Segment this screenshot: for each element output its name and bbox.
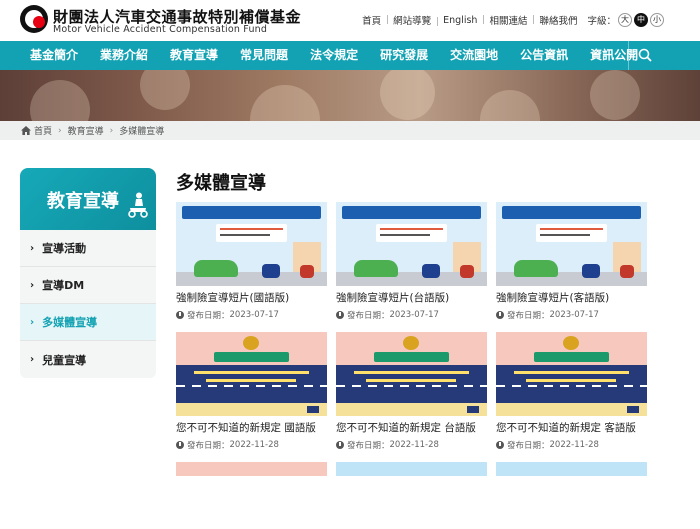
date-value: 2023-07-17	[389, 310, 439, 320]
card-date: 發布日期： 2022-11-28	[176, 439, 327, 451]
top-link-sitemap[interactable]: 網站導覽	[387, 13, 437, 27]
card-title[interactable]: 您不可不知道的新規定 台語版	[336, 420, 487, 435]
video-thumbnail[interactable]	[496, 332, 647, 416]
media-card[interactable]: 強制險宣導短片(台語版) 發布日期： 2023-07-17	[336, 202, 487, 321]
video-thumbnail[interactable]	[176, 332, 327, 416]
video-thumbnail[interactable]	[336, 202, 487, 286]
date-prefix: 發布日期：	[507, 441, 550, 451]
scooter-rider-icon	[128, 192, 148, 218]
sidebar-item-children[interactable]: › 兒童宣導	[20, 341, 156, 378]
media-card[interactable]: 您不可不知道的新規定 國語版 發布日期： 2022-11-28	[176, 332, 327, 451]
chevron-right-icon: ›	[30, 279, 35, 291]
nav-item-research[interactable]: 研究發展	[369, 41, 439, 70]
card-title[interactable]: 強制險宣導短片(台語版)	[336, 290, 487, 305]
date-value: 2022-11-28	[549, 440, 599, 450]
media-card[interactable]	[176, 462, 327, 476]
card-date: 發布日期： 2023-07-17	[176, 309, 327, 321]
media-card[interactable]: 強制險宣導短片(國語版) 發布日期： 2023-07-17	[176, 202, 327, 321]
media-card[interactable]: 強制險宣導短片(客語版) 發布日期： 2023-07-17	[496, 202, 647, 321]
nav-item-regulations[interactable]: 法令規定	[299, 41, 369, 70]
sidebar: 教育宣導 › 宣導活動 › 宣導DM › 多媒體宣導 › 兒童宣導	[20, 168, 156, 378]
video-thumbnail[interactable]	[336, 462, 487, 476]
font-size-small-button[interactable]: 小	[650, 13, 664, 27]
chevron-right-icon: ›	[30, 354, 35, 365]
media-card[interactable]	[336, 462, 487, 476]
sidebar-item-label: 多媒體宣導	[42, 316, 98, 329]
sidebar-item-activities[interactable]: › 宣導活動	[20, 230, 156, 267]
date-prefix: 發布日期：	[347, 441, 390, 451]
card-date: 發布日期： 2022-11-28	[496, 439, 647, 451]
clock-icon	[176, 311, 184, 319]
card-date: 發布日期： 2023-07-17	[496, 309, 647, 321]
search-button[interactable]	[628, 41, 660, 70]
sidebar-item-dm[interactable]: › 宣導DM	[20, 267, 156, 304]
date-value: 2022-11-28	[389, 440, 439, 450]
sidebar-item-label: 宣導活動	[42, 242, 87, 255]
site-header: 財團法人汽車交通事故特別補償基金 Motor Vehicle Accident …	[0, 0, 700, 41]
brand-name-en[interactable]: Motor Vehicle Accident Compensation Fund	[53, 24, 267, 35]
date-prefix: 發布日期：	[347, 311, 390, 321]
top-link-english[interactable]: English	[437, 15, 483, 26]
card-title[interactable]: 強制險宣導短片(國語版)	[176, 290, 327, 305]
chevron-right-icon: ›	[30, 316, 35, 328]
home-icon[interactable]	[21, 126, 31, 135]
date-prefix: 發布日期：	[187, 311, 230, 321]
nav-item-faq[interactable]: 常見問題	[229, 41, 299, 70]
clock-icon	[176, 441, 184, 449]
chevron-right-icon: ›	[58, 125, 62, 136]
card-date: 發布日期： 2022-11-28	[336, 439, 487, 451]
breadcrumb-current: 多媒體宣導	[119, 127, 165, 137]
nav-item-exchange[interactable]: 交流園地	[439, 41, 509, 70]
breadcrumb-education[interactable]: 教育宣導	[68, 124, 104, 137]
search-icon	[638, 48, 652, 62]
clock-icon	[496, 441, 504, 449]
media-card[interactable]: 您不可不知道的新規定 台語版 發布日期： 2022-11-28	[336, 332, 487, 451]
site-logo[interactable]	[20, 5, 48, 33]
media-card[interactable]	[496, 462, 647, 476]
date-value: 2022-11-28	[229, 440, 279, 450]
font-size-switcher: 字級： 大 中 小	[587, 13, 664, 27]
video-thumbnail[interactable]	[496, 202, 647, 286]
chevron-right-icon: ›	[109, 125, 114, 136]
video-thumbnail[interactable]	[336, 332, 487, 416]
page: 財團法人汽車交通事故特別補償基金 Motor Vehicle Accident …	[0, 0, 700, 529]
date-prefix: 發布日期：	[507, 311, 550, 321]
main-nav: 基金簡介 業務介紹 教育宣導 常見問題 法令規定 研究發展 交流園地 公告資訊 …	[0, 41, 700, 70]
chevron-right-icon: ›	[30, 242, 35, 254]
sidebar-item-multimedia[interactable]: › 多媒體宣導	[20, 304, 156, 341]
media-card[interactable]: 您不可不知道的新規定 客語版 發布日期： 2022-11-28	[496, 332, 647, 451]
page-banner	[0, 70, 700, 121]
card-title[interactable]: 您不可不知道的新規定 國語版	[176, 420, 327, 435]
date-value: 2023-07-17	[229, 310, 279, 320]
nav-item-education[interactable]: 教育宣導	[159, 41, 229, 70]
breadcrumb-home[interactable]: 首頁	[34, 124, 52, 137]
card-title[interactable]: 強制險宣導短片(客語版)	[496, 290, 647, 305]
top-link-contact[interactable]: 聯絡我們	[533, 13, 583, 27]
nav-item-about[interactable]: 基金簡介	[0, 41, 89, 70]
sidebar-item-label: 宣導DM	[42, 279, 85, 292]
video-thumbnail[interactable]	[496, 462, 647, 476]
sidebar-title: 教育宣導	[47, 191, 119, 212]
top-link-related[interactable]: 相關連結	[483, 13, 533, 27]
font-size-medium-button[interactable]: 中	[634, 13, 648, 27]
video-thumbnail[interactable]	[176, 462, 327, 476]
sidebar-item-label: 兒童宣導	[42, 353, 87, 367]
sidebar-header: 教育宣導	[20, 168, 156, 230]
font-size-large-button[interactable]: 大	[618, 13, 632, 27]
clock-icon	[336, 311, 344, 319]
font-size-label: 字級：	[587, 16, 616, 27]
top-links: 首頁 網站導覽 English 相關連結 聯絡我們 字級： 大 中 小	[356, 13, 664, 27]
nav-item-services[interactable]: 業務介紹	[89, 41, 159, 70]
video-thumbnail[interactable]	[176, 202, 327, 286]
breadcrumb: 首頁 › 教育宣導 › 多媒體宣導	[0, 121, 700, 140]
date-prefix: 發布日期：	[187, 441, 230, 451]
clock-icon	[496, 311, 504, 319]
top-link-home[interactable]: 首頁	[356, 13, 387, 27]
nav-item-announcements[interactable]: 公告資訊	[509, 41, 579, 70]
date-value: 2023-07-17	[549, 310, 599, 320]
card-date: 發布日期： 2023-07-17	[336, 309, 487, 321]
page-title: 多媒體宣導	[176, 173, 266, 194]
card-title[interactable]: 您不可不知道的新規定 客語版	[496, 420, 647, 435]
clock-icon	[336, 441, 344, 449]
